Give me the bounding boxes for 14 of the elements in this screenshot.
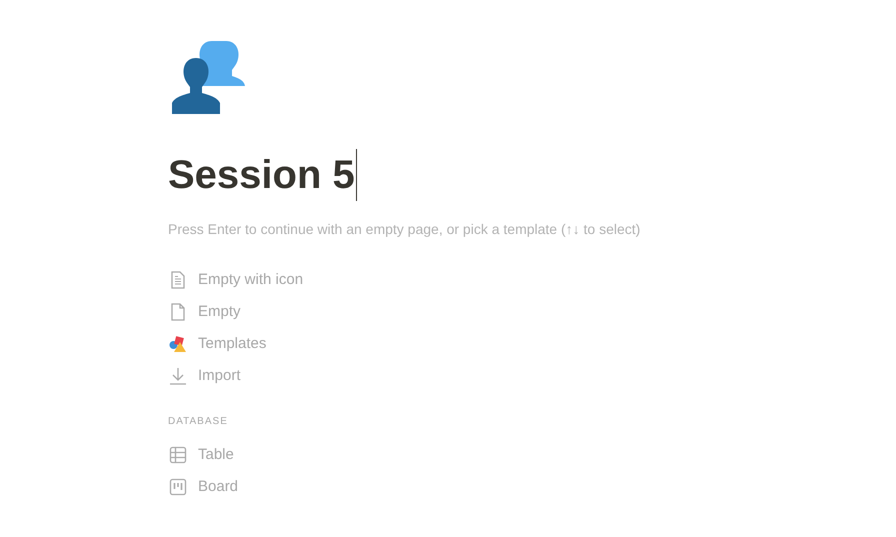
option-label[interactable]: Templates bbox=[198, 332, 266, 356]
option-label[interactable]: Empty bbox=[198, 300, 241, 324]
text-cursor bbox=[356, 149, 357, 201]
page-title[interactable]: Session 5 bbox=[168, 145, 355, 205]
section-heading: DATABASE bbox=[168, 415, 229, 429]
table-icon bbox=[168, 445, 188, 465]
hint-text: Press Enter to continue with an empty page, or pick a template (↑↓ to select) bbox=[168, 220, 642, 239]
board-icon bbox=[168, 477, 188, 497]
shapes-icon bbox=[168, 334, 188, 354]
option-label[interactable]: Import bbox=[198, 364, 241, 388]
download-icon bbox=[168, 366, 188, 386]
option-label[interactable]: Board bbox=[198, 476, 238, 498]
option-label[interactable]: Table bbox=[198, 444, 234, 466]
option-label[interactable]: Empty with icon bbox=[198, 268, 304, 292]
